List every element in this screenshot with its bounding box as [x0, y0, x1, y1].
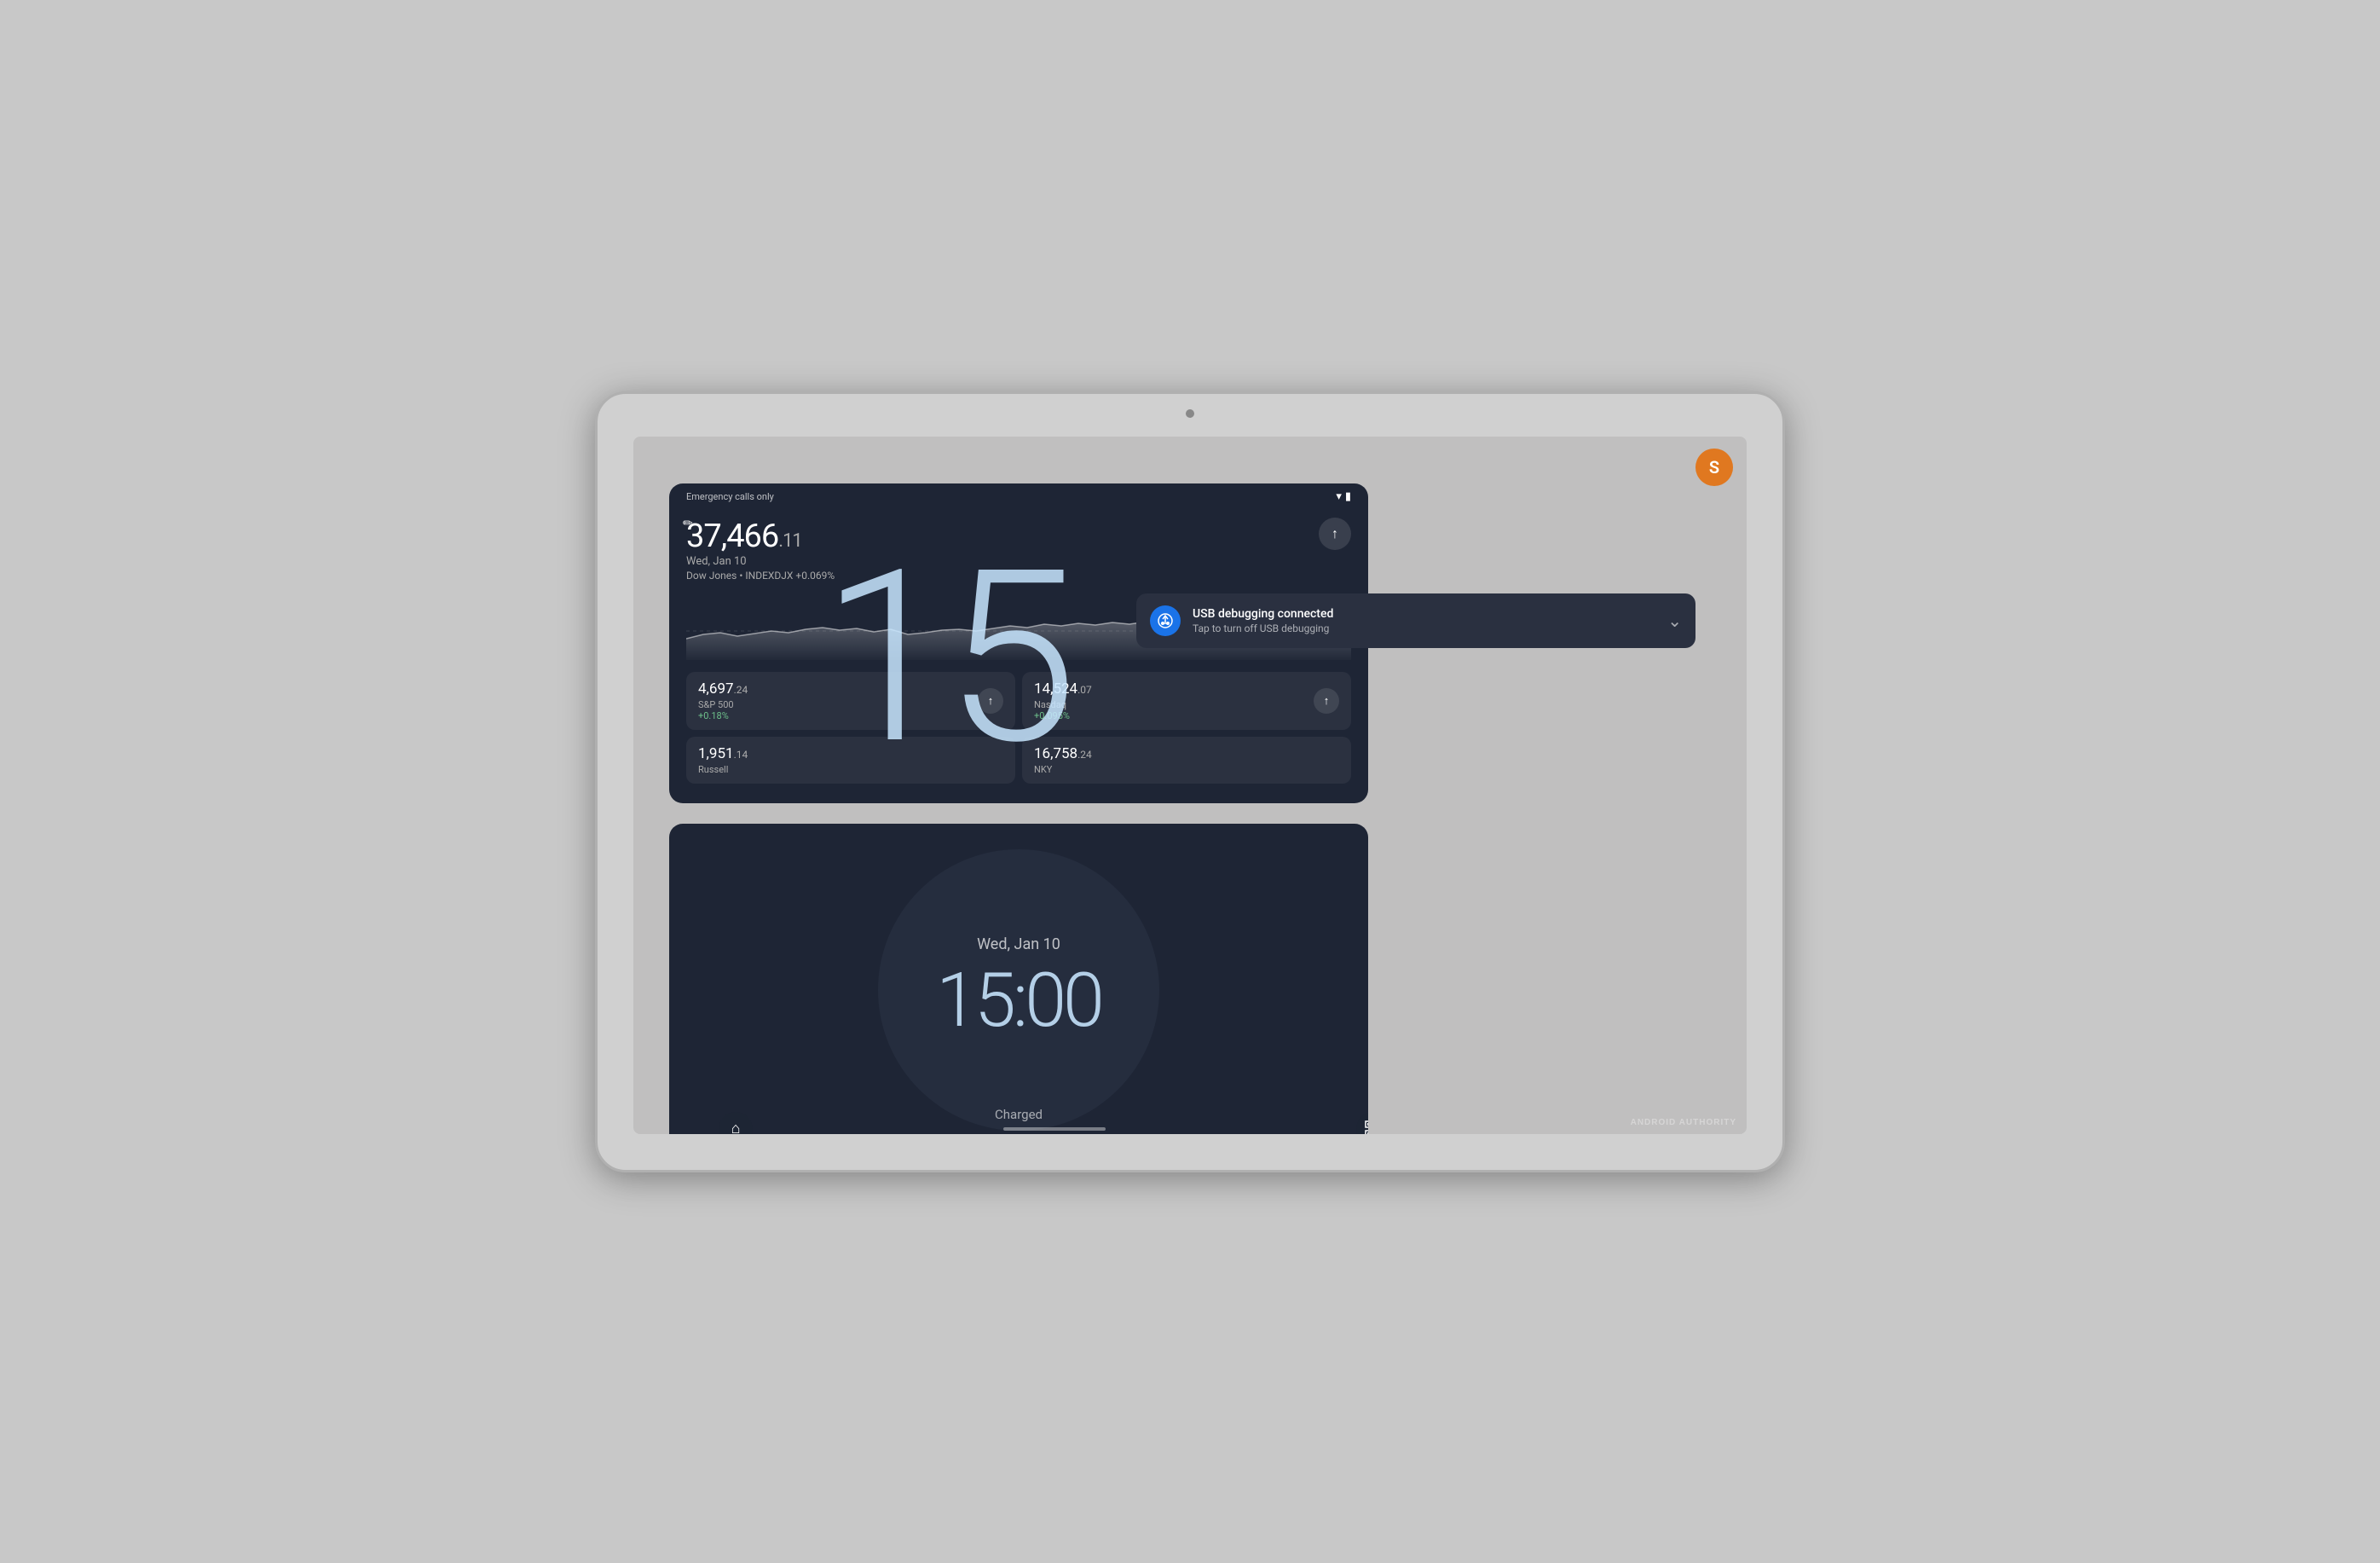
qr-button[interactable]: [1356, 1112, 1368, 1134]
battery-icon: ▮: [1345, 490, 1351, 503]
android-authority-watermark: ANDROID AUTHORITY: [1631, 1118, 1736, 1127]
tablet-frame: 15 Emergency calls only ▾ ▮ ✏ 37,466.11: [595, 391, 1785, 1172]
usb-icon: [1150, 605, 1181, 636]
stock-item-nky[interactable]: 16,758.24 NKY: [1022, 737, 1351, 784]
usb-notification-text: USB debugging connected Tap to turn off …: [1193, 607, 1655, 634]
nky-price: 16,758.24: [1034, 745, 1092, 762]
nasdaq-change: +0.095%: [1034, 710, 1092, 721]
stock-item-nasdaq[interactable]: 14,524.07 Nasdaq +0.095% ↑: [1022, 672, 1351, 730]
sub-stocks-grid: 4,697.24 S&P 500 +0.18% ↑ 14,524.07 Nasd…: [686, 672, 1351, 784]
clock-date: Wed, Jan 10: [977, 935, 1060, 953]
clock-widget: Wed, Jan 10 15:00 Charged ⌂: [669, 824, 1368, 1134]
stocks-up-button[interactable]: ↑: [1319, 518, 1351, 550]
pencil-icon[interactable]: ✏: [683, 514, 693, 530]
stocks-main-price: 37,466.11: [686, 518, 835, 555]
nasdaq-up-btn[interactable]: ↑: [1314, 688, 1339, 714]
status-icons: ▾ ▮: [1336, 490, 1351, 503]
russell-price: 1,951.14: [698, 745, 748, 762]
stocks-header: 37,466.11 Wed, Jan 10 Dow Jones • INDEXD…: [686, 518, 1351, 588]
user-avatar[interactable]: S: [1695, 449, 1733, 486]
sp500-up-btn[interactable]: ↑: [978, 688, 1003, 714]
usb-expand-button[interactable]: ⌄: [1667, 611, 1682, 631]
stocks-date: Wed, Jan 10: [686, 555, 835, 568]
nky-name: NKY: [1034, 764, 1092, 775]
nasdaq-price: 14,524.07: [1034, 680, 1092, 698]
stocks-main-info: 37,466.11 Wed, Jan 10 Dow Jones • INDEXD…: [686, 518, 835, 588]
wifi-icon: ▾: [1336, 490, 1342, 503]
stock-item-russell[interactable]: 1,951.14 Russell: [686, 737, 1015, 784]
stocks-status-bar: Emergency calls only ▾ ▮: [669, 490, 1368, 503]
sp500-name: S&P 500: [698, 699, 748, 710]
home-button[interactable]: ⌂: [719, 1112, 753, 1134]
nasdaq-name: Nasdaq: [1034, 699, 1092, 710]
russell-name: Russell: [698, 764, 748, 775]
clock-content: Wed, Jan 10 15:00: [936, 935, 1101, 1045]
usb-title: USB debugging connected: [1193, 607, 1655, 621]
nav-indicator: [1003, 1127, 1106, 1131]
stock-item-sp500[interactable]: 4,697.24 S&P 500 +0.18% ↑: [686, 672, 1015, 730]
stocks-index: Dow Jones • INDEXDJX +0.069%: [686, 570, 835, 582]
usb-notification[interactable]: USB debugging connected Tap to turn off …: [1136, 593, 1695, 648]
sp500-price: 4,697.24: [698, 680, 748, 698]
sp500-change: +0.18%: [698, 710, 748, 721]
usb-subtitle: Tap to turn off USB debugging: [1193, 622, 1655, 634]
clock-time: 15:00: [936, 957, 1101, 1045]
tablet-screen: 15 Emergency calls only ▾ ▮ ✏ 37,466.11: [633, 437, 1747, 1134]
nav-bar: ⌂: [705, 1109, 1368, 1134]
camera-dot: [1186, 409, 1194, 418]
emergency-calls-text: Emergency calls only: [686, 491, 774, 502]
